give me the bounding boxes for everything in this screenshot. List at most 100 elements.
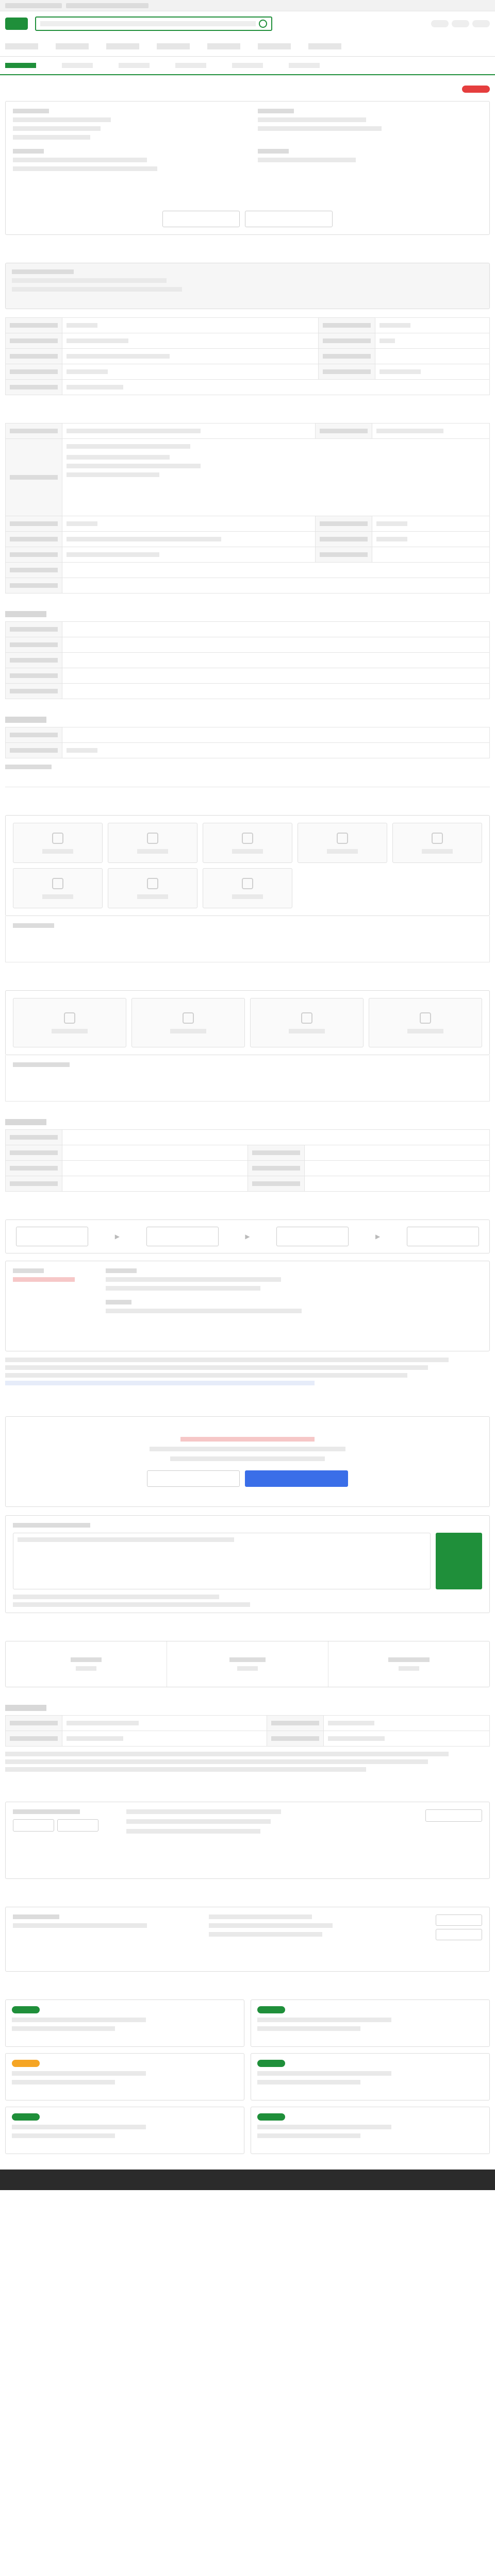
nav-item[interactable] bbox=[207, 43, 240, 49]
job-card[interactable] bbox=[251, 2107, 490, 2154]
recruit-section bbox=[0, 248, 495, 395]
recruit-table bbox=[5, 317, 490, 395]
process-step bbox=[146, 1227, 219, 1246]
job-summary bbox=[0, 75, 495, 235]
posting-info-section bbox=[0, 1701, 495, 1777]
facility-item bbox=[131, 998, 245, 1047]
status-badge bbox=[462, 86, 490, 93]
similar-section bbox=[0, 1892, 495, 1972]
process-step bbox=[406, 1227, 479, 1246]
nav-item[interactable] bbox=[308, 43, 341, 49]
apply-stats bbox=[5, 1641, 490, 1687]
welfare-item bbox=[13, 823, 103, 863]
docs-section bbox=[0, 1115, 495, 1192]
nav-item[interactable] bbox=[258, 43, 291, 49]
welfare-item bbox=[108, 868, 197, 908]
welfare-icon bbox=[337, 832, 348, 844]
welfare-item bbox=[203, 823, 292, 863]
summary-card bbox=[5, 101, 490, 235]
facility-icon bbox=[301, 1012, 312, 1024]
welfare-item bbox=[392, 823, 482, 863]
site-logo[interactable] bbox=[5, 18, 28, 30]
facility-item bbox=[13, 998, 126, 1047]
nav-item[interactable] bbox=[157, 43, 190, 49]
save-button[interactable] bbox=[245, 211, 333, 227]
nearby-section bbox=[0, 1985, 495, 2170]
similar-button[interactable] bbox=[436, 1914, 482, 1926]
job-card[interactable] bbox=[251, 1999, 490, 2047]
apply-method bbox=[5, 1261, 490, 1351]
search-icon[interactable] bbox=[259, 20, 267, 28]
welfare-item bbox=[298, 823, 387, 863]
process-steps: ▶ ▶ ▶ bbox=[5, 1219, 490, 1253]
tab[interactable] bbox=[5, 63, 36, 68]
tab[interactable] bbox=[119, 63, 150, 68]
inquiry-textarea[interactable] bbox=[13, 1533, 431, 1589]
conditions-table bbox=[5, 423, 490, 594]
facility-icon bbox=[64, 1012, 75, 1024]
nearby-list bbox=[5, 1999, 490, 2154]
contact-button[interactable] bbox=[147, 1470, 240, 1487]
header-link[interactable] bbox=[452, 20, 469, 27]
conditions-section bbox=[0, 409, 495, 594]
inquiry-form bbox=[5, 1515, 490, 1613]
disability-grid bbox=[5, 990, 490, 1055]
header-link[interactable] bbox=[472, 20, 490, 27]
submit-inquiry-button[interactable] bbox=[436, 1533, 482, 1589]
welfare-icon bbox=[432, 832, 443, 844]
welfare-section bbox=[0, 801, 495, 962]
nav-item[interactable] bbox=[106, 43, 139, 49]
global-nav bbox=[0, 36, 495, 57]
similar-card bbox=[5, 1907, 490, 1972]
company-button[interactable] bbox=[57, 1819, 98, 1832]
tab[interactable] bbox=[175, 63, 206, 68]
apply-status-section bbox=[0, 1626, 495, 1687]
job-card[interactable] bbox=[5, 2107, 244, 2154]
search-input[interactable] bbox=[35, 16, 272, 31]
header-actions bbox=[431, 20, 490, 27]
facility-icon bbox=[420, 1012, 431, 1024]
share-button[interactable] bbox=[162, 211, 240, 227]
job-card[interactable] bbox=[5, 1999, 244, 2047]
process-step bbox=[16, 1227, 88, 1246]
tab[interactable] bbox=[62, 63, 93, 68]
top-utility-bar bbox=[0, 0, 495, 11]
facility-item bbox=[250, 998, 364, 1047]
job-card[interactable] bbox=[251, 2053, 490, 2100]
welfare-icon bbox=[242, 832, 253, 844]
company-detail-button[interactable] bbox=[425, 1809, 482, 1822]
view-contact-button[interactable] bbox=[245, 1470, 348, 1487]
company-section bbox=[0, 1787, 495, 1879]
detail-tabs bbox=[0, 57, 495, 75]
welfare-item bbox=[203, 868, 292, 908]
facility-item bbox=[369, 998, 482, 1047]
job-card[interactable] bbox=[5, 2053, 244, 2100]
search-placeholder bbox=[40, 21, 256, 26]
contact-section bbox=[0, 1402, 495, 1613]
site-header bbox=[0, 11, 495, 36]
page-root: ▶ ▶ ▶ bbox=[0, 0, 495, 2190]
utility-chip[interactable] bbox=[5, 3, 62, 8]
utility-chip[interactable] bbox=[66, 3, 148, 8]
site-footer bbox=[0, 2170, 495, 2190]
welfare-item bbox=[13, 868, 103, 908]
similar-button[interactable] bbox=[436, 1929, 482, 1940]
welfare-item bbox=[108, 823, 197, 863]
header-link[interactable] bbox=[431, 20, 449, 27]
nav-item[interactable] bbox=[5, 43, 38, 49]
company-button[interactable] bbox=[13, 1819, 54, 1832]
facility-icon bbox=[183, 1012, 194, 1024]
welfare-icon bbox=[52, 832, 63, 844]
welfare-icon bbox=[242, 877, 253, 889]
preference-section bbox=[0, 607, 495, 699]
process-section: ▶ ▶ ▶ bbox=[0, 1205, 495, 1392]
process-step bbox=[276, 1227, 349, 1246]
tab[interactable] bbox=[289, 63, 320, 68]
nav-item[interactable] bbox=[56, 43, 89, 49]
welfare-icon bbox=[52, 877, 63, 889]
welfare-grid bbox=[5, 815, 490, 916]
welfare-icon bbox=[147, 877, 158, 889]
tab[interactable] bbox=[232, 63, 263, 68]
company-card bbox=[5, 1802, 490, 1879]
welfare-icon bbox=[147, 832, 158, 844]
